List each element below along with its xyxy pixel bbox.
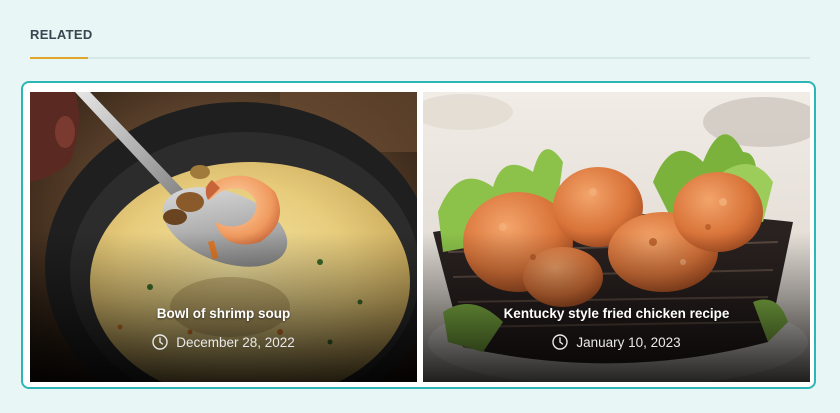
related-section-header: RELATED [30, 27, 810, 59]
header-divider [30, 57, 810, 59]
post-title[interactable]: Bowl of shrimp soup [30, 305, 417, 323]
post-date-text: January 10, 2023 [576, 335, 681, 350]
related-post-card[interactable]: Bowl of shrimp soup December 28, 2022 [30, 92, 417, 382]
related-post-card[interactable]: Kentucky style fried chicken recipe Janu… [423, 92, 810, 382]
clock-icon [152, 334, 168, 350]
clock-icon [552, 334, 569, 350]
post-title[interactable]: Kentucky style fried chicken recipe [423, 305, 810, 323]
post-date-text: December 28, 2022 [176, 335, 295, 350]
section-title: RELATED [30, 27, 93, 42]
header-accent-bar [30, 57, 88, 59]
post-date: December 28, 2022 [30, 334, 417, 352]
post-date: January 10, 2023 [423, 334, 810, 352]
